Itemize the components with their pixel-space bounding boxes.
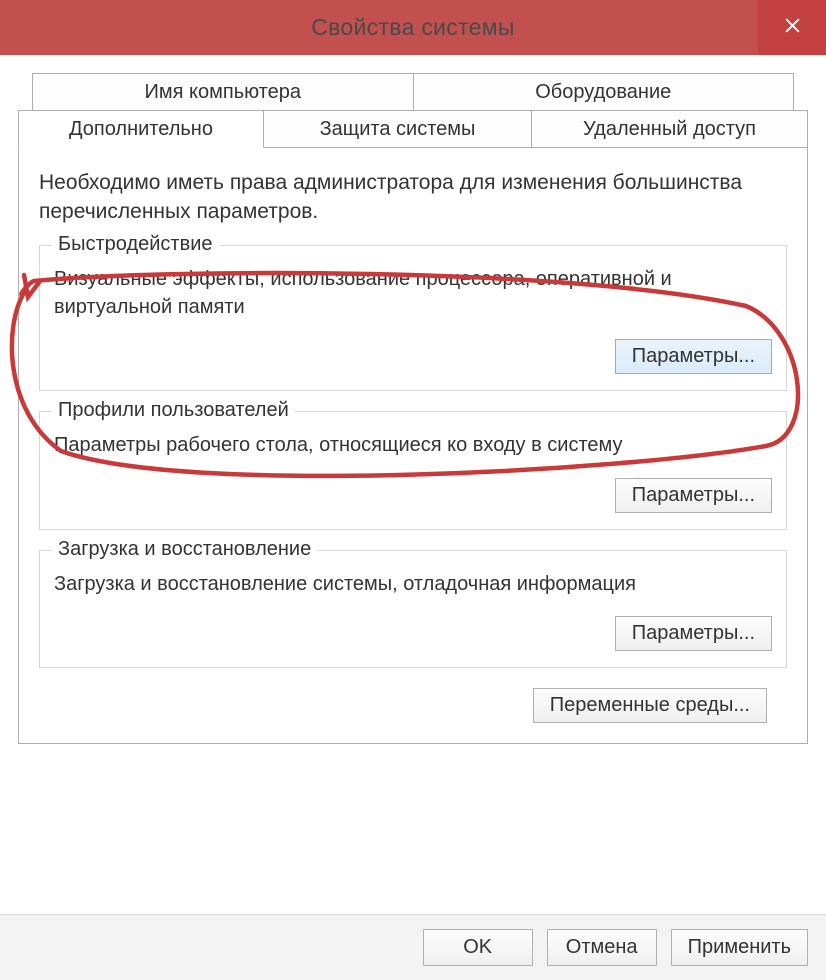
tab-remote[interactable]: Удаленный доступ [532,110,808,148]
user-profiles-settings-button[interactable]: Параметры... [615,478,772,513]
environment-variables-button[interactable]: Переменные среды... [533,688,767,723]
group-performance-legend: Быстродействие [52,233,219,256]
ok-button[interactable]: OK [423,929,533,966]
performance-settings-button[interactable]: Параметры... [615,339,772,374]
close-button[interactable] [758,0,826,55]
group-startup-recovery-desc: Загрузка и восстановление системы, отлад… [54,571,772,599]
tab-system-protection[interactable]: Защита системы [264,110,532,148]
group-startup-recovery: Загрузка и восстановление Загрузка и вос… [39,550,787,669]
window-body: Имя компьютера Оборудование Дополнительн… [0,55,826,980]
group-performance-desc: Визуальные эффекты, использование процес… [54,266,772,321]
startup-recovery-settings-button[interactable]: Параметры... [615,616,772,651]
apply-button[interactable]: Применить [671,929,808,966]
tab-advanced[interactable]: Дополнительно [18,110,264,148]
close-icon [784,17,801,39]
tab-panel-advanced: Необходимо иметь права администратора дл… [18,147,808,744]
group-user-profiles-legend: Профили пользователей [52,399,295,422]
cancel-button[interactable]: Отмена [547,929,657,966]
dialog-footer: OK Отмена Применить [0,914,826,980]
window-title: Свойства системы [311,14,514,41]
group-performance: Быстродействие Визуальные эффекты, испол… [39,245,787,391]
tab-control: Имя компьютера Оборудование Дополнительн… [18,73,808,744]
panel-intro: Необходимо иметь права администратора дл… [39,169,787,227]
group-startup-recovery-legend: Загрузка и восстановление [52,538,317,561]
titlebar: Свойства системы [0,0,826,55]
group-user-profiles: Профили пользователей Параметры рабочего… [39,411,787,530]
group-user-profiles-desc: Параметры рабочего стола, относящиеся ко… [54,432,772,460]
tab-computer-name[interactable]: Имя компьютера [32,73,414,111]
tab-hardware[interactable]: Оборудование [414,73,795,111]
